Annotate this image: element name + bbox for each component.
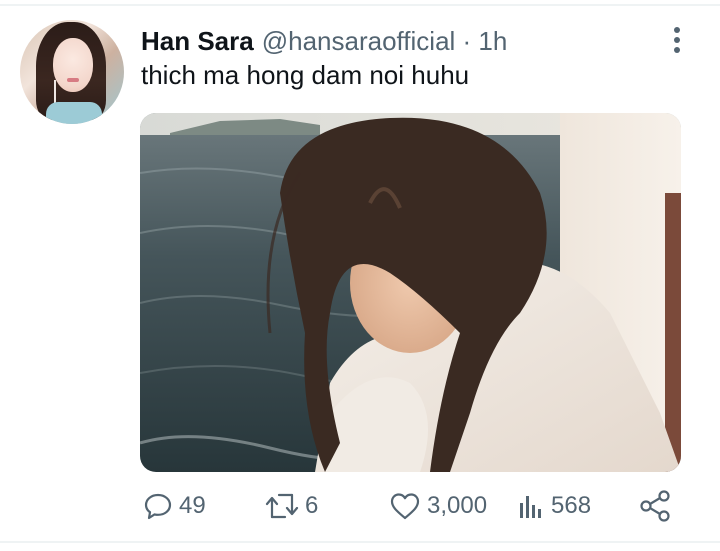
share-icon (640, 490, 670, 522)
retweet-icon (265, 493, 299, 519)
tweet-header: Han Sara @hansaraofficial · 1h (141, 25, 507, 57)
share-button[interactable] (638, 485, 672, 527)
retweet-count: 6 (305, 492, 319, 519)
top-divider (0, 4, 720, 6)
view-count: 568 (551, 492, 592, 519)
reply-button[interactable]: 49 (143, 485, 206, 527)
reply-count: 49 (179, 492, 206, 519)
more-vertical-icon[interactable] (664, 24, 690, 56)
like-count: 3,000 (427, 492, 488, 519)
tweet-text: thich ma hong dam noi huhu (141, 60, 470, 90)
avatar[interactable] (20, 20, 124, 124)
bar-chart-icon (520, 496, 541, 518)
tweet-actions: 49 6 3,000 568 (0, 485, 720, 527)
like-button[interactable]: 3,000 (389, 485, 487, 527)
tweet-image[interactable] (140, 113, 681, 472)
display-name[interactable]: Han Sara (141, 26, 254, 56)
views-button[interactable]: 568 (517, 485, 591, 527)
speech-bubble-icon (144, 493, 172, 520)
bottom-divider (0, 541, 720, 543)
separator-dot: · (455, 26, 479, 56)
heart-icon (390, 493, 420, 520)
user-handle[interactable]: @hansaraofficial · 1h (262, 26, 508, 56)
retweet-button[interactable]: 6 (265, 485, 318, 527)
timestamp[interactable]: 1h (478, 26, 507, 56)
